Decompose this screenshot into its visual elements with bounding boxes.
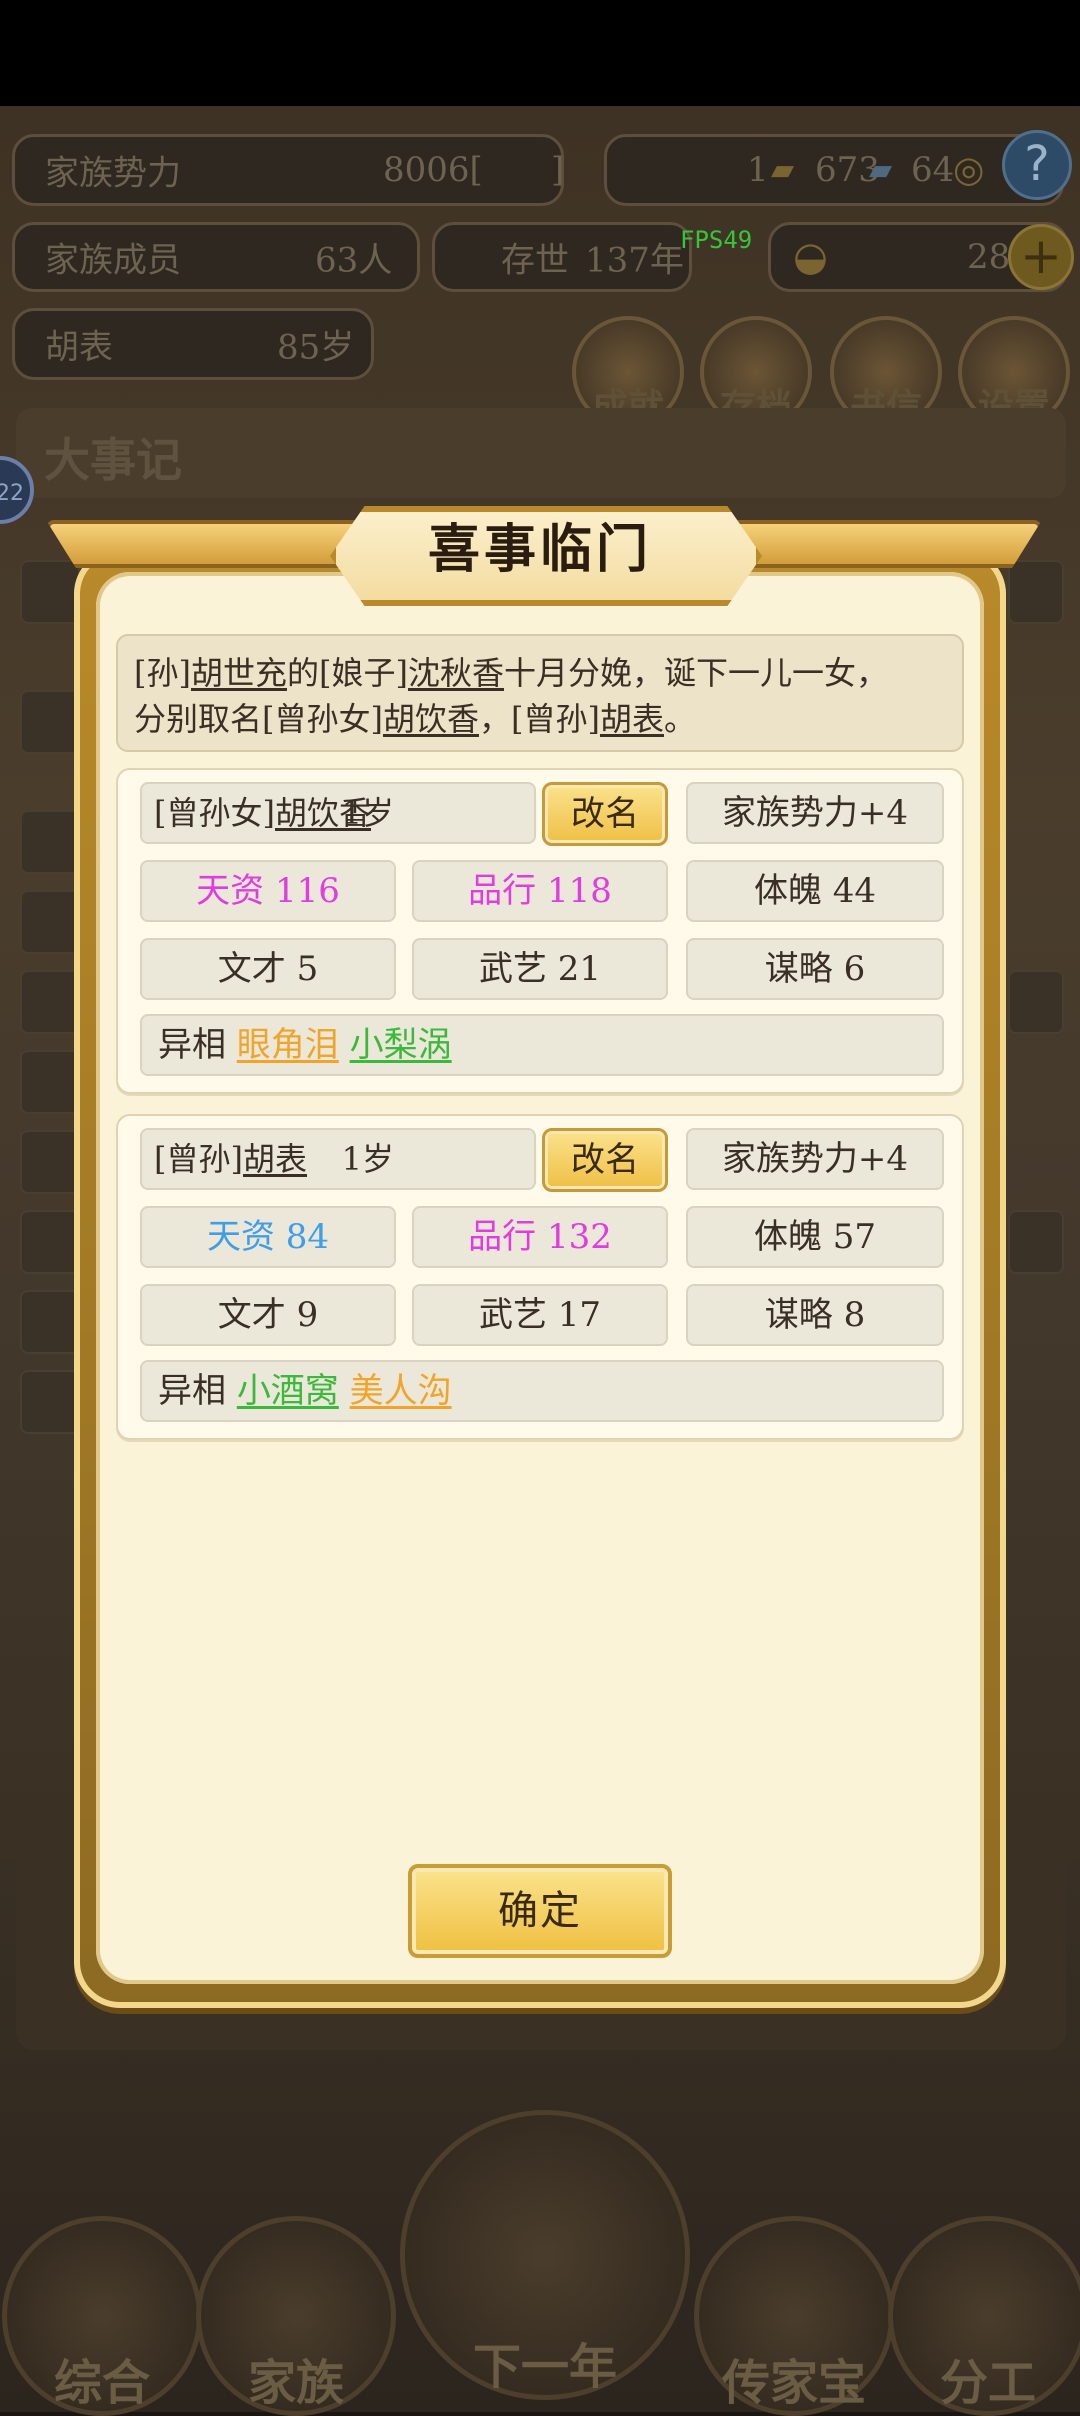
- chronicle-row-stub: [20, 1290, 80, 1354]
- head-age: 85岁: [277, 327, 355, 368]
- chronicle-header: 大事记: [16, 408, 1066, 498]
- strategy-stat: 谋略 8: [686, 1284, 944, 1346]
- child-age: 1岁: [341, 1140, 394, 1178]
- mother-name-link[interactable]: 沈秋香: [408, 654, 504, 692]
- trait-link[interactable]: 小酒窝: [237, 1371, 339, 1411]
- morality-stat: 品行 118: [412, 860, 668, 922]
- family-power-value: 8006[: [383, 150, 483, 190]
- trait-link[interactable]: 美人沟: [350, 1371, 452, 1411]
- members-value: 63人: [315, 240, 393, 281]
- father-name-link[interactable]: 胡世充: [191, 654, 287, 692]
- trait-link[interactable]: 眼角泪: [237, 1025, 339, 1065]
- nav-next-year-label: 下一年: [472, 2339, 617, 2395]
- nav-division-label: 分工: [939, 2355, 1036, 2411]
- status-bar: [0, 0, 1080, 106]
- head-name: 胡表: [45, 327, 113, 368]
- physique-stat: 体魄 44: [686, 860, 944, 922]
- chronicle-row-stub: [20, 810, 80, 874]
- child-card: [曾孙]胡表 1岁 改名 家族势力+4 天资 84 品行 132 体魄 57 文…: [116, 1114, 964, 1440]
- chronicle-row-stub: [20, 560, 80, 624]
- rename-button[interactable]: 改名: [542, 1128, 668, 1192]
- nav-family[interactable]: 家族: [196, 2216, 396, 2416]
- story-text: 的[娘子]: [287, 654, 408, 692]
- chronicle-row-stub: [20, 1370, 80, 1434]
- nav-division[interactable]: 分工: [888, 2216, 1080, 2416]
- child-relation: [曾孙女]: [154, 794, 275, 832]
- coin-icon: ◎: [953, 149, 985, 191]
- nav-overview-label: 综合: [53, 2355, 150, 2411]
- nav-overview[interactable]: 综合: [2, 2216, 202, 2416]
- gold-count: 1: [747, 150, 769, 190]
- martial-stat: 武艺 17: [412, 1284, 668, 1346]
- story-text: 分别取名[曾孙女]: [134, 700, 383, 738]
- nav-family-label: 家族: [247, 2355, 344, 2411]
- story-text: 。: [664, 700, 697, 738]
- family-power-rank: ]: [551, 150, 565, 190]
- chronicle-row-stub: [1008, 560, 1064, 624]
- head-panel: 胡表 85岁: [12, 308, 374, 380]
- story-text: [孙]: [134, 654, 191, 692]
- add-currency-icon[interactable]: +: [1008, 224, 1074, 290]
- martial-stat: 武艺 21: [412, 938, 668, 1000]
- traits-label: 异相: [158, 1025, 226, 1065]
- dialog-title: 喜事临门: [427, 519, 652, 580]
- child-relation: [曾孙]: [154, 1140, 243, 1178]
- strategy-stat: 谋略 6: [686, 938, 944, 1000]
- physique-stat: 体魄 57: [686, 1206, 944, 1268]
- family-power-label: 家族势力: [45, 153, 181, 194]
- child1-name-link[interactable]: 胡饮香: [383, 700, 479, 738]
- birth-announcement: [孙]胡世充的[娘子]沈秋香十月分娩，诞下一儿一女， 分别取名[曾孙女]胡饮香，[…: [116, 634, 964, 752]
- silver-count: 64: [911, 150, 955, 190]
- chronicle-row-stub: [20, 690, 80, 754]
- chronicle-row-stub: [1008, 1210, 1064, 1274]
- story-text: ，[曾孙]: [479, 700, 600, 738]
- nav-heirloom-label: 传家宝: [721, 2355, 866, 2411]
- chronicle-row-stub: [20, 1130, 80, 1194]
- family-power-panel: 家族势力 8006[ ]: [12, 134, 564, 206]
- help-icon[interactable]: ?: [1002, 130, 1072, 200]
- family-power-bonus: 家族势力+4: [686, 782, 944, 844]
- child-age: 1岁: [341, 794, 394, 832]
- yuanbao-value: 28: [967, 237, 1011, 277]
- traits-row: 异相 小酒窝 美人沟: [140, 1360, 944, 1422]
- literature-stat: 文才 9: [140, 1284, 396, 1346]
- members-panel: 家族成员 63人: [12, 222, 420, 292]
- existence-label: 存世: [501, 240, 569, 281]
- currency-panel: 1 ▰ 673 ▰ 64 ◎: [604, 134, 1064, 206]
- talent-stat: 天资 116: [140, 860, 396, 922]
- gold-bar-icon: ▰: [771, 152, 795, 188]
- chronicle-row-stub: [1008, 970, 1064, 1034]
- yuanbao-icon: ◒: [793, 234, 828, 280]
- child2-name-link[interactable]: 胡表: [600, 700, 664, 738]
- chronicle-row-stub: [20, 890, 80, 954]
- chronicle-row-stub: [20, 970, 80, 1034]
- silver-bar-icon: ▰: [869, 152, 893, 188]
- fps-counter: FPS49: [680, 226, 753, 254]
- chronicle-row-stub: [20, 1050, 80, 1114]
- existence-panel: 存世 137年: [432, 222, 692, 292]
- child-name-link[interactable]: 胡表: [243, 1140, 307, 1178]
- rename-button[interactable]: 改名: [542, 782, 668, 846]
- literature-stat: 文才 5: [140, 938, 396, 1000]
- morality-stat: 品行 132: [412, 1206, 668, 1268]
- family-power-bonus: 家族势力+4: [686, 1128, 944, 1190]
- nav-heirloom[interactable]: 传家宝: [694, 2216, 894, 2416]
- child-card: [曾孙女]胡饮香 1岁 改名 家族势力+4 天资 116 品行 118 体魄 4…: [116, 768, 964, 1094]
- existence-value: 137年: [585, 240, 684, 281]
- story-text: 十月分娩，诞下一儿一女，: [504, 654, 889, 692]
- chronicle-title: 大事记: [44, 433, 182, 487]
- chronicle-row-stub: [20, 1210, 80, 1274]
- members-label: 家族成员: [45, 240, 181, 281]
- traits-label: 异相: [158, 1371, 226, 1411]
- confirm-button[interactable]: 确定: [408, 1864, 672, 1958]
- child-name-cell: [曾孙]胡表 1岁: [140, 1128, 536, 1190]
- talent-stat: 天资 84: [140, 1206, 396, 1268]
- traits-row: 异相 眼角泪 小梨涡: [140, 1014, 944, 1076]
- trait-link[interactable]: 小梨涡: [350, 1025, 452, 1065]
- nav-next-year[interactable]: 下一年: [400, 2110, 690, 2400]
- child-name-cell: [曾孙女]胡饮香 1岁: [140, 782, 536, 844]
